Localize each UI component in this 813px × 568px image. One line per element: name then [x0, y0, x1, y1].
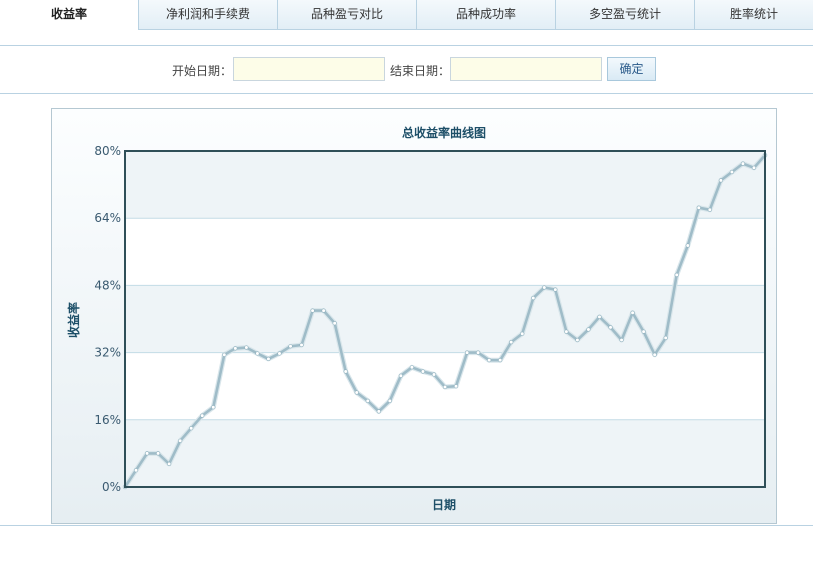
- y-axis-label: 收益率: [66, 302, 81, 338]
- data-point: [156, 451, 161, 456]
- data-point: [442, 384, 448, 390]
- data-point: [211, 405, 216, 410]
- data-point: [498, 358, 503, 363]
- data-point: [586, 327, 591, 332]
- tab-net-profit-fees[interactable]: 净利润和手续费: [139, 0, 278, 29]
- tab-long-short-pnl[interactable]: 多空盈亏统计: [556, 0, 695, 29]
- data-point: [674, 272, 679, 277]
- data-point: [520, 331, 525, 336]
- start-date-label: 开始日期：: [172, 64, 233, 78]
- data-point: [332, 321, 337, 326]
- tab-return-rate[interactable]: 收益率: [0, 0, 139, 30]
- end-date-label: 结束日期：: [390, 64, 451, 78]
- start-date-input[interactable]: [233, 57, 385, 81]
- data-point: [575, 337, 580, 343]
- bottom-divider: [0, 525, 813, 526]
- data-point: [531, 295, 536, 301]
- date-filter-bar: 开始日期： 结束日期： 确定: [0, 45, 813, 94]
- data-point: [133, 468, 139, 473]
- y-tick-label: 48%: [94, 278, 121, 292]
- data-point: [630, 310, 635, 315]
- y-tick-label: 0%: [102, 480, 121, 494]
- data-point: [564, 329, 569, 334]
- grid-band: [125, 419, 765, 487]
- y-tick-label: 80%: [94, 144, 121, 158]
- y-tick-label: 64%: [94, 211, 121, 225]
- data-point: [707, 207, 712, 212]
- data-point: [597, 314, 602, 319]
- data-point: [553, 287, 558, 292]
- data-point: [288, 344, 293, 349]
- data-point: [685, 243, 690, 248]
- data-point: [641, 329, 646, 334]
- data-point: [343, 369, 348, 374]
- data-point: [431, 372, 437, 377]
- tab-product-pnl-compare[interactable]: 品种盈亏对比: [278, 0, 417, 29]
- data-point: [277, 351, 282, 356]
- data-point: [233, 346, 238, 351]
- data-point: [365, 398, 370, 404]
- data-point: [321, 308, 326, 313]
- return-rate-chart: 总收益率曲线图 日期 收益率 0% 16% 32% 48% 64% 80%: [66, 125, 768, 512]
- data-point: [619, 337, 624, 343]
- grid-band: [125, 151, 765, 219]
- data-point: [310, 308, 315, 313]
- data-point: [542, 285, 547, 290]
- data-point: [244, 345, 249, 350]
- end-date-input[interactable]: [450, 57, 602, 81]
- data-point: [652, 352, 657, 357]
- data-point: [509, 340, 514, 345]
- data-point: [476, 350, 481, 355]
- data-point: [222, 352, 227, 357]
- data-point: [729, 169, 734, 175]
- data-point: [398, 373, 403, 378]
- data-point: [387, 398, 392, 404]
- data-point: [200, 413, 205, 418]
- plot-area: 0% 16% 32% 48% 64% 80%: [94, 144, 768, 494]
- data-point: [255, 351, 260, 356]
- data-point: [299, 342, 304, 348]
- tab-product-success-rate[interactable]: 品种成功率: [417, 0, 556, 29]
- data-point: [663, 335, 668, 340]
- tab-win-rate[interactable]: 胜率统计: [695, 0, 813, 29]
- y-tick-label: 32%: [94, 346, 121, 360]
- data-point: [167, 461, 172, 467]
- data-point: [376, 409, 381, 414]
- data-point: [354, 390, 359, 395]
- data-point: [266, 356, 271, 361]
- data-point: [751, 165, 757, 170]
- data-point: [453, 384, 459, 389]
- chart-panel: 总收益率曲线图 日期 收益率 0% 16% 32% 48% 64% 80%: [51, 108, 777, 524]
- x-axis-label: 日期: [432, 497, 456, 512]
- data-point: [718, 178, 723, 183]
- y-tick-label: 16%: [94, 413, 121, 427]
- data-point: [696, 205, 701, 210]
- data-point: [409, 365, 414, 370]
- data-point: [144, 451, 150, 456]
- data-point: [464, 350, 470, 355]
- data-point: [178, 438, 183, 443]
- confirm-button[interactable]: 确定: [607, 57, 656, 81]
- data-point: [487, 358, 492, 363]
- data-point: [608, 325, 613, 330]
- data-point: [420, 369, 426, 374]
- chart-title: 总收益率曲线图: [402, 125, 486, 140]
- data-point: [189, 426, 194, 431]
- data-point: [740, 161, 746, 166]
- tab-bar: 收益率 净利润和手续费 品种盈亏对比 品种成功率 多空盈亏统计 胜率统计: [0, 0, 813, 30]
